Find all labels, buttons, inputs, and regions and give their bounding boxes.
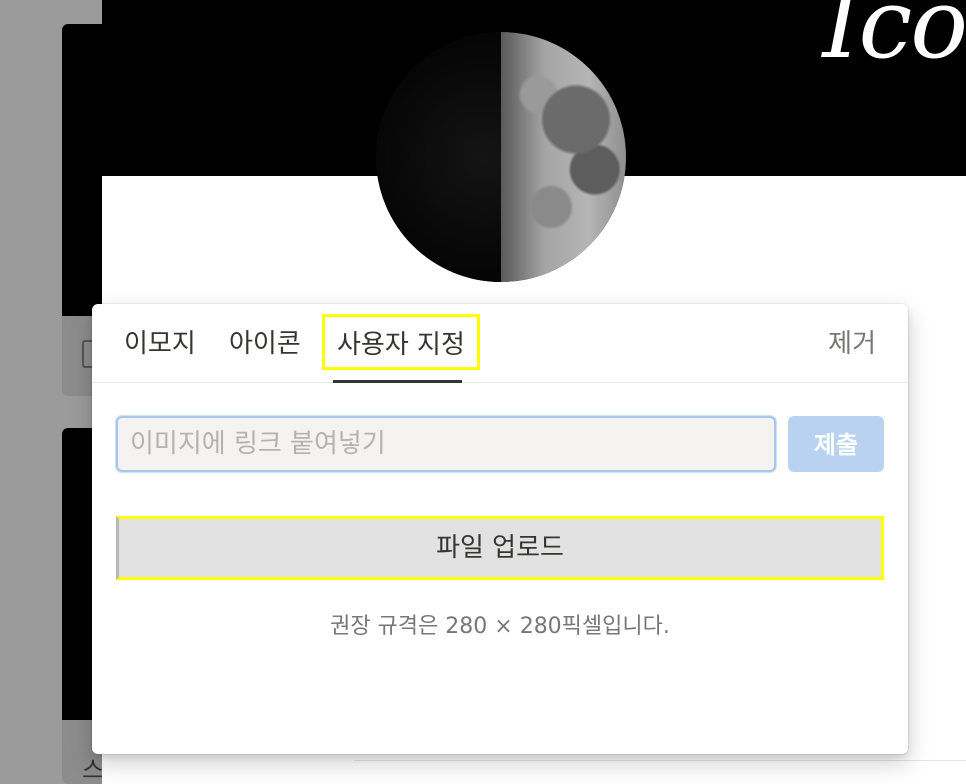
divider bbox=[354, 760, 966, 761]
image-link-input[interactable] bbox=[116, 416, 776, 472]
tab-icon[interactable]: 아이콘 bbox=[229, 324, 301, 364]
upload-file-label: 파일 업로드 bbox=[436, 533, 564, 563]
tab-custom[interactable]: 사용자 지정 bbox=[322, 314, 480, 370]
cover-title: Ico bbox=[822, 0, 966, 80]
card-title: 스 bbox=[82, 756, 105, 784]
tab-emoji[interactable]: 이모지 bbox=[124, 324, 196, 364]
upload-file-button[interactable]: 파일 업로드 bbox=[116, 516, 884, 580]
link-row: 제출 bbox=[116, 416, 884, 472]
submit-button[interactable]: 제출 bbox=[788, 416, 884, 472]
size-hint: 권장 규격은 280 × 280픽셀입니다. bbox=[330, 614, 670, 639]
active-tab-indicator bbox=[333, 380, 462, 383]
page-icon-image bbox=[376, 32, 626, 282]
icon-picker-popover: 이모지 아이콘 사용자 지정 제거 제출 파일 업로드 권장 규격은 280 ×… bbox=[92, 304, 908, 754]
remove-button[interactable]: 제거 bbox=[828, 324, 876, 364]
tab-bar: 이모지 아이콘 사용자 지정 제거 bbox=[92, 304, 908, 383]
